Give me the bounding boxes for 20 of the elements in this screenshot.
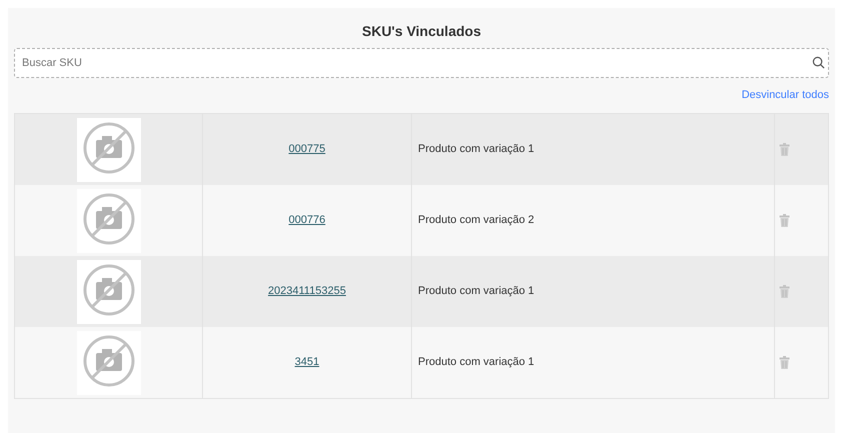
no-photo-icon <box>76 118 140 182</box>
no-photo-icon <box>76 330 140 394</box>
product-name: Produto com variação 2 <box>418 213 534 228</box>
search-field[interactable]: Buscar SKU <box>14 48 829 78</box>
product-name: Produto com variação 1 <box>418 284 534 300</box>
trash-icon[interactable] <box>779 143 790 156</box>
trash-icon[interactable] <box>779 356 790 369</box>
product-name: Produto com variação 1 <box>418 142 534 158</box>
unlink-all-link[interactable]: Desvincular todos <box>742 87 829 113</box>
trash-icon[interactable] <box>779 214 790 227</box>
search-icon[interactable] <box>812 56 825 69</box>
sku-link[interactable]: 3451 <box>294 354 320 371</box>
no-photo-icon <box>76 260 140 324</box>
no-photo-icon <box>76 188 140 252</box>
panel-title: SKU's Vinculados <box>362 22 481 41</box>
product-name: Produto com variação 1 <box>418 355 534 370</box>
sku-link[interactable]: 2023411153255 <box>268 283 346 300</box>
sku-link[interactable]: 000776 <box>288 212 326 229</box>
trash-icon[interactable] <box>779 285 790 298</box>
sku-link[interactable]: 000775 <box>288 141 326 158</box>
